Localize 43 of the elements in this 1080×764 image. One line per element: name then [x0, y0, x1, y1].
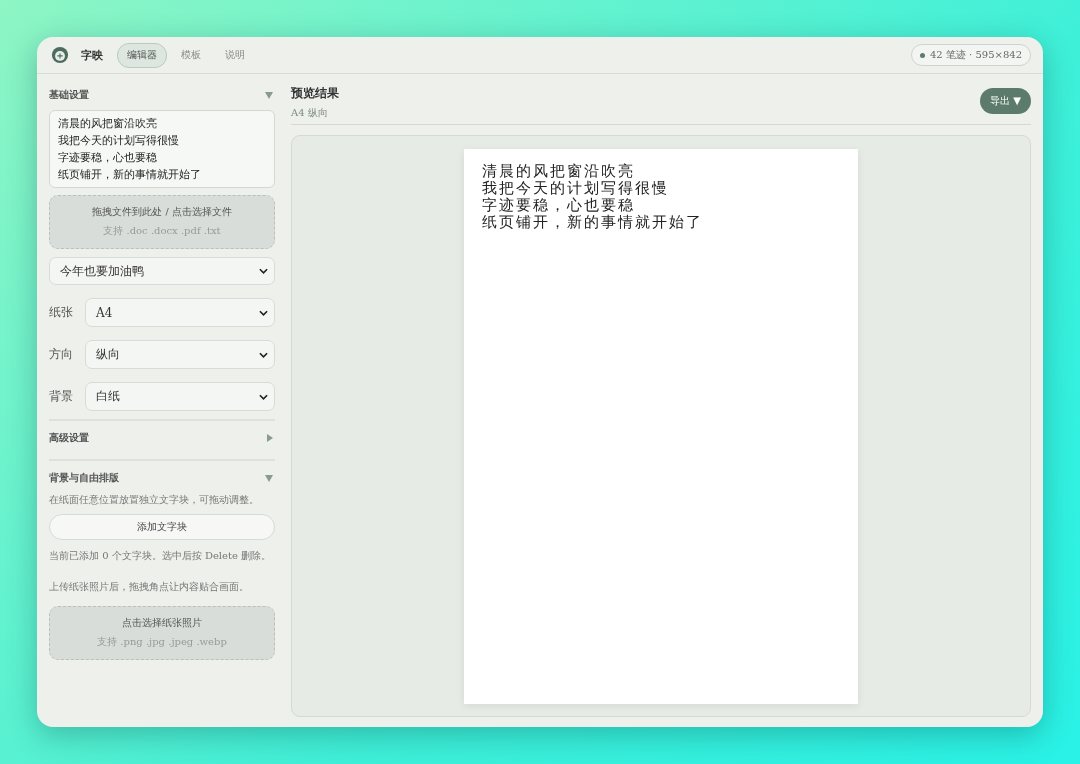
drop-zone[interactable]: 拖拽文件到此处 / 点击选择文件 支持 .doc .docx .pdf .txt [49, 195, 275, 249]
option-select[interactable]: 纵向 [85, 340, 275, 369]
add-text-block-button[interactable]: 添加文字块 [49, 514, 275, 540]
status-chip: 42 笔迹 · 595×842 [911, 44, 1031, 66]
text-input[interactable]: 清晨的风把窗沿吹亮 我把今天的计划写得很慢 字迹要稳，心也要稳 纸页铺开，新的事情就开始了 [49, 110, 275, 188]
section-title: 背景与自由排版 [49, 471, 119, 485]
handwritten-line: 字迹要稳，心也要稳 [482, 197, 636, 214]
chevron-icon [259, 393, 268, 400]
status-text: 当前已添加 0 个文字块。选中后按 Delete 删除。 [49, 549, 273, 563]
chevron-icon [259, 268, 268, 274]
caret-icon[interactable] [267, 434, 273, 442]
text-line: 清晨的风把窗沿吹亮 [58, 116, 157, 132]
section-title: 高级设置 [49, 431, 89, 445]
preview-subtitle: A4 纵向 [291, 106, 329, 120]
handwritten-line: 我把今天的计划写得很慢 [482, 180, 670, 197]
handwritten-line: 纸页铺开，新的事情就开始了 [482, 214, 704, 231]
drop-zone-title: 点击选择纸张照片 [122, 617, 202, 630]
caret-icon[interactable] [265, 474, 273, 482]
handwritten-line: 清晨的风把窗沿吹亮 [482, 163, 636, 180]
section-title: 基础设置 [49, 88, 89, 102]
option-select[interactable]: A4 [85, 298, 275, 327]
text-line: 字迹要稳，心也要稳 [58, 150, 157, 166]
font-select[interactable]: 今年也要加油鸭 [49, 257, 275, 285]
drop-zone[interactable]: 点击选择纸张照片 支持 .png .jpg .jpeg .webp [49, 606, 275, 660]
preview-title: 预览结果 [291, 85, 339, 102]
option-select[interactable]: 白纸 [85, 382, 275, 411]
drop-zone-hint: 支持 .doc .docx .pdf .txt [103, 224, 221, 238]
description-text: 在纸面任意位置放置独立文字块，可拖动调整。 [49, 493, 260, 507]
description-text: 上传纸张照片后，拖拽角点让内容贴合画面。 [49, 580, 250, 594]
chevron-icon [259, 351, 268, 358]
drop-zone-hint: 支持 .png .jpg .jpeg .webp [97, 635, 227, 649]
nav-tab[interactable]: 编辑器 [117, 42, 167, 68]
field-label: 方向 [49, 346, 73, 363]
app-name: 字映 [81, 47, 103, 63]
export-button[interactable]: 导出 ▼ [980, 88, 1031, 114]
text-line: 我把今天的计划写得很慢 [58, 133, 179, 149]
caret-icon[interactable] [265, 91, 273, 99]
field-label: 纸张 [49, 304, 73, 321]
chevron-icon [259, 309, 268, 316]
logo-icon [51, 46, 69, 64]
text-line: 纸页铺开，新的事情就开始了 [58, 167, 201, 183]
field-label: 背景 [49, 388, 73, 405]
drop-zone-title: 拖拽文件到此处 / 点击选择文件 [92, 206, 232, 219]
